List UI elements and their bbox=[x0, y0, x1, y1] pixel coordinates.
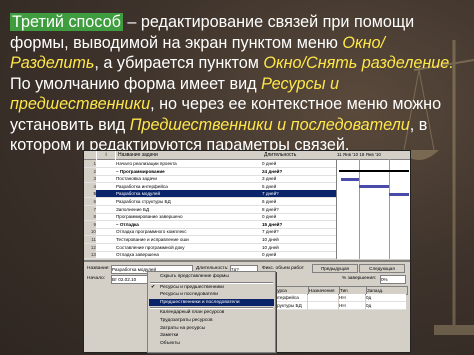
row-number: 2 bbox=[84, 167, 96, 175]
row-number: 9 bbox=[84, 220, 96, 228]
checkmark-icon: ✔ bbox=[151, 283, 156, 290]
context-menu-item[interactable]: Объекты bbox=[149, 340, 274, 348]
task-name-cell[interactable]: Составление программной доку bbox=[116, 244, 258, 251]
task-name-cell[interactable]: – Программирование bbox=[116, 168, 258, 175]
context-menu-item-label: Предшественники и последователи bbox=[160, 299, 240, 305]
row-number: 1 bbox=[84, 160, 96, 167]
task-name-column-header[interactable]: Название задачи bbox=[116, 151, 263, 160]
context-menu-item-label: Скрыть представление формы bbox=[160, 274, 229, 279]
context-menu-item-label: Ресурсы и последователи bbox=[160, 292, 218, 298]
task-bar[interactable] bbox=[389, 193, 409, 196]
duration-cell[interactable]: 3 дней bbox=[262, 175, 322, 182]
row-number: 7 bbox=[84, 205, 96, 213]
task-name-cell[interactable]: Разработка структуры БД bbox=[116, 198, 258, 205]
pred-row-type[interactable]: НН bbox=[339, 294, 365, 302]
week-gridline bbox=[359, 159, 360, 259]
context-menu-item[interactable]: Скрыть представление формы bbox=[149, 273, 274, 281]
text-comma: , bbox=[94, 54, 99, 72]
context-menu-item[interactable]: Предшественники и последователи bbox=[149, 298, 274, 307]
task-name-cell[interactable]: Разработка интерфейса bbox=[116, 183, 258, 190]
context-menu-item[interactable]: ✔ Ресурсы и предшественники bbox=[149, 284, 274, 292]
row-number: 11 bbox=[84, 236, 96, 243]
previous-button[interactable]: Предыдущая bbox=[312, 264, 358, 273]
context-menu-item[interactable]: Ресурсы и последователи bbox=[149, 291, 274, 299]
row-number-header bbox=[84, 151, 96, 160]
task-name-cell[interactable]: Разработка модулей bbox=[116, 190, 258, 197]
table-row[interactable]: 13 Отладка завершена 0 дней bbox=[84, 251, 336, 260]
duration-cell[interactable]: 24 дней? bbox=[262, 168, 322, 175]
duration-cell[interactable]: 0 дней bbox=[262, 160, 322, 167]
row-number: 4 bbox=[84, 182, 96, 190]
form-context-menu: Скрыть представление формы ✔ Ресурсы и пре… bbox=[147, 271, 276, 353]
duration-cell[interactable]: 10 дней bbox=[262, 244, 322, 251]
context-menu-item-label: Ресурсы и предшественники bbox=[160, 284, 224, 290]
row-number: 3 bbox=[84, 175, 96, 183]
context-menu-item-label: Трудозатраты ресурсов bbox=[160, 318, 213, 323]
percent-complete-label: % завершения: bbox=[342, 276, 377, 281]
duration-cell[interactable]: 10 дней bbox=[262, 236, 322, 243]
summary-bar[interactable] bbox=[339, 170, 409, 172]
context-menu-item-label: Заметки bbox=[160, 333, 179, 339]
menu-unsplit-text: Окно/Снять разделение. bbox=[263, 54, 454, 72]
task-bar[interactable] bbox=[341, 178, 359, 181]
duration-cell[interactable]: 7 дней? bbox=[262, 190, 322, 197]
context-menu-item-label: Затраты на ресурсы bbox=[160, 325, 206, 331]
percent-complete-field[interactable]: 0% bbox=[380, 275, 406, 284]
duration-cell[interactable]: 8 дней? bbox=[262, 206, 322, 213]
context-menu-item-label: Объекты bbox=[160, 340, 180, 346]
duration-cell[interactable]: 7 дней? bbox=[262, 228, 322, 235]
task-name-cell[interactable]: Заполнение БД bbox=[116, 206, 258, 213]
text-para2-start: По умолчанию форма имеет вид bbox=[10, 74, 262, 93]
pred-row-lag[interactable]: 0д bbox=[366, 302, 406, 310]
info-column-header[interactable]: i bbox=[97, 151, 115, 160]
task-name-cell[interactable]: Программирование завершено bbox=[116, 213, 258, 220]
gantt-table: i Название задачи Длительность 1 Начало р… bbox=[84, 151, 338, 260]
row-number: 8 bbox=[84, 213, 96, 221]
context-menu-item[interactable]: Затраты на ресурсы bbox=[149, 325, 274, 333]
row-number: 13 bbox=[84, 251, 96, 259]
pred-row-assign[interactable] bbox=[308, 294, 338, 302]
row-number: 10 bbox=[84, 228, 96, 236]
name-label: Название: bbox=[87, 266, 110, 271]
task-bar[interactable] bbox=[359, 185, 389, 188]
duration-cell[interactable]: 5 дней bbox=[262, 183, 322, 190]
text-line3: а убирается пунктом bbox=[103, 54, 264, 72]
view-alt-text: Предшественники и последователи bbox=[129, 115, 410, 134]
pred-row-assign[interactable] bbox=[308, 302, 338, 310]
gantt-chart: 11 Янв '10 18 Янв '10 bbox=[337, 151, 410, 259]
row-number: 12 bbox=[84, 243, 96, 251]
pred-row-type[interactable]: НН bbox=[339, 302, 365, 310]
task-name-cell[interactable]: Тестирование и исправление оши bbox=[116, 236, 258, 243]
context-menu-item[interactable]: Календарный план ресурсов bbox=[149, 309, 274, 317]
duration-column-header[interactable]: Длительность bbox=[262, 151, 338, 160]
row-number: 6 bbox=[84, 198, 96, 205]
heading-highlight: Третий способ bbox=[10, 13, 123, 31]
duration-cell[interactable]: 0 дней bbox=[262, 213, 322, 220]
duration-cell[interactable]: 6 дней bbox=[262, 198, 322, 205]
context-menu-item[interactable]: Заметки bbox=[149, 332, 274, 340]
task-name-cell[interactable]: – Отладка bbox=[116, 221, 258, 228]
text-line1: – редактирование связей при помощи bbox=[122, 13, 415, 31]
text-line2: формы, выводимой на экран пунктом меню bbox=[10, 33, 343, 52]
duration-cell[interactable]: 0 дней bbox=[262, 251, 322, 258]
row-number: 5 bbox=[84, 190, 96, 198]
pred-row-lag[interactable]: 0д bbox=[366, 294, 406, 302]
task-name-cell[interactable]: Отладка программного комплекс bbox=[116, 228, 258, 235]
week-gridline bbox=[389, 159, 390, 259]
context-menu-item-label: Календарный план ресурсов bbox=[160, 310, 225, 316]
context-menu-item[interactable]: Трудозатраты ресурсов bbox=[149, 317, 274, 325]
start-label: Начало: bbox=[87, 276, 106, 281]
duration-cell[interactable]: 15 дней? bbox=[262, 221, 322, 228]
timescale-header: 11 Янв '10 18 Янв '10 bbox=[337, 151, 410, 160]
slide-text: Третий способ – редактирование связей пр… bbox=[10, 12, 472, 156]
task-name-cell[interactable]: Начало реализации проекта bbox=[116, 160, 258, 167]
task-name-cell[interactable]: Отладка завершена bbox=[116, 251, 258, 258]
next-button[interactable]: Следующая bbox=[359, 264, 405, 273]
task-name-cell[interactable]: Постановка задачи bbox=[116, 175, 258, 182]
